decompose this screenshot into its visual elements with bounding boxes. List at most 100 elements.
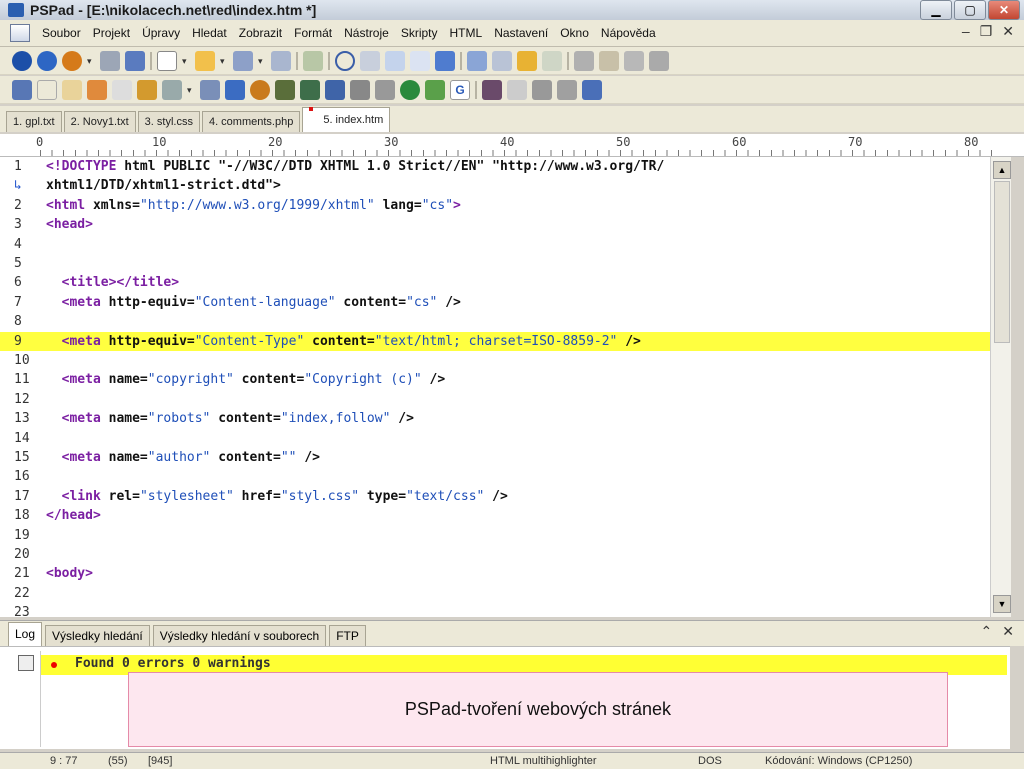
search-icon[interactable] <box>335 50 355 71</box>
brackets-icon[interactable] <box>410 50 430 71</box>
document-icon[interactable] <box>10 24 30 42</box>
doc-close-icon[interactable]: ✕ <box>1002 23 1014 40</box>
book-icon[interactable] <box>557 79 577 100</box>
code-line[interactable]: 12 <box>0 390 990 409</box>
link-icon[interactable] <box>200 79 220 100</box>
print-icon[interactable] <box>492 50 512 71</box>
log-tab[interactable]: FTP <box>329 625 366 646</box>
menu-item[interactable]: Nástroje <box>338 26 395 40</box>
google-icon[interactable]: G <box>450 79 470 100</box>
code-line[interactable]: 21 <body> <box>0 564 990 583</box>
status-encoding[interactable]: Kódování: Windows (CP1250) <box>765 755 912 767</box>
form-icon[interactable] <box>275 79 295 100</box>
status-eol[interactable]: DOS <box>698 755 722 767</box>
tool-icon[interactable] <box>87 79 107 100</box>
scroll-down-icon[interactable]: ▼ <box>993 595 1011 613</box>
table-icon[interactable] <box>112 79 132 100</box>
open-file-icon[interactable] <box>195 50 215 71</box>
log-options-icon[interactable] <box>18 655 34 671</box>
save-file-icon[interactable] <box>233 50 253 71</box>
minimize-button[interactable]: ▁ <box>920 0 952 20</box>
code-line[interactable]: 17 <link rel="stylesheet" href="styl.css… <box>0 487 990 506</box>
color-picker-icon[interactable] <box>250 79 270 100</box>
code-line[interactable]: 2 <html xmlns="http://www.w3.org/1999/xht… <box>0 196 990 215</box>
replace-icon[interactable] <box>360 50 380 71</box>
save-project-icon[interactable] <box>62 50 82 71</box>
code-line[interactable]: 22 <box>0 584 990 603</box>
file-tab[interactable]: 2. Novy1.txt <box>63 111 136 132</box>
preview-icon[interactable] <box>467 50 487 71</box>
menu-item[interactable]: Skripty <box>395 26 444 40</box>
dropdown-arrow-icon[interactable]: ▾ <box>87 51 95 71</box>
html-doc-icon[interactable] <box>12 79 32 100</box>
doc-minimize-icon[interactable]: – <box>962 23 970 40</box>
doc-restore-icon[interactable]: ❐ <box>980 23 993 40</box>
code-line[interactable]: 8 <box>0 312 990 331</box>
menu-item[interactable]: Hledat <box>186 26 233 40</box>
anchor-icon[interactable] <box>225 79 245 100</box>
log-tab[interactable]: Výsledky hledání v souborech <box>152 625 327 646</box>
window-icon[interactable] <box>582 79 602 100</box>
validate-icon[interactable] <box>425 79 445 100</box>
delete-icon[interactable] <box>649 50 669 71</box>
log-tab[interactable]: Log <box>8 622 43 646</box>
code-line[interactable]: 23 <box>0 603 990 617</box>
scroll-thumb[interactable] <box>994 181 1010 343</box>
project-settings-icon[interactable] <box>100 50 120 71</box>
vertical-scrollbar[interactable]: ▲ ▼ <box>990 157 1011 617</box>
code-line[interactable]: 16 <box>0 467 990 486</box>
check-icon[interactable] <box>517 50 537 71</box>
menu-item[interactable]: Úpravy <box>136 26 186 40</box>
menu-item[interactable]: Formát <box>288 26 338 40</box>
dropdown-arrow-icon[interactable]: ▾ <box>258 51 266 71</box>
menu-item[interactable]: HTML <box>444 26 489 40</box>
code-line[interactable]: ↳ xhtml1/DTD/xhtml1-strict.dtd"> <box>0 176 990 195</box>
image-icon[interactable] <box>62 79 82 100</box>
log-tab[interactable]: Výsledky hledání <box>45 625 150 646</box>
code-line[interactable]: 14 <box>0 429 990 448</box>
menu-item[interactable]: Soubor <box>36 26 87 40</box>
open-project-icon[interactable] <box>37 50 57 71</box>
code-editor[interactable]: 1 <!DOCTYPE html PUBLIC "-//W3C//DTD XHTM… <box>0 157 990 617</box>
menu-item[interactable]: Nastavení <box>488 26 554 40</box>
current-line[interactable]: 9 <meta http-equiv="Content-Type" conten… <box>0 331 990 351</box>
new-file-icon[interactable] <box>157 50 177 71</box>
lock-icon[interactable] <box>137 79 157 100</box>
code-line[interactable]: 15 <meta name="author" content="" /> <box>0 448 990 467</box>
code-line[interactable]: 18 </head> <box>0 506 990 525</box>
paragraph-icon[interactable] <box>37 79 57 100</box>
file-tab[interactable]: 1. gpl.txt <box>6 111 62 132</box>
code-line[interactable]: 3 <head> <box>0 215 990 234</box>
file-tab[interactable]: 3. styl.css <box>137 111 200 132</box>
code-line[interactable]: 6 <title></title> <box>0 273 990 292</box>
wave-icon[interactable] <box>507 79 527 100</box>
code-line[interactable]: 1 <!DOCTYPE html PUBLIC "-//W3C//DTD XHTM… <box>0 157 990 176</box>
paste-icon[interactable] <box>599 50 619 71</box>
char-icon[interactable] <box>375 79 395 100</box>
file-tab[interactable]: 4. comments.php <box>201 111 301 132</box>
menu-item[interactable]: Projekt <box>87 26 136 40</box>
status-highlighter[interactable]: HTML multihighlighter <box>490 755 597 767</box>
save-all-icon[interactable] <box>271 50 291 71</box>
dropdown-arrow-icon[interactable]: ▾ <box>220 51 228 71</box>
code-line[interactable]: 20 <box>0 545 990 564</box>
code-line[interactable]: 11 <meta name="copyright" content="Copyr… <box>0 370 990 389</box>
code-line[interactable]: 10 <box>0 351 990 370</box>
entity-icon[interactable] <box>350 79 370 100</box>
dropdown-arrow-icon[interactable]: ▾ <box>187 80 195 100</box>
collapse-icon[interactable]: ⌃ <box>981 623 993 640</box>
new-project-icon[interactable] <box>12 50 32 71</box>
close-button[interactable]: ✕ <box>988 0 1020 20</box>
menu-item[interactable]: Zobrazit <box>233 26 288 40</box>
code-line[interactable]: 19 <box>0 526 990 545</box>
code-line[interactable]: 7 <meta http-equiv="Content-language" co… <box>0 293 990 312</box>
file-tab[interactable]: 5. index.htm <box>302 107 391 132</box>
code-line[interactable]: 5 <box>0 254 990 273</box>
goto-line-icon[interactable] <box>385 50 405 71</box>
block-icon[interactable] <box>532 79 552 100</box>
list-icon[interactable] <box>300 79 320 100</box>
html-tidy-icon[interactable] <box>325 79 345 100</box>
spellcheck-icon[interactable] <box>542 50 562 71</box>
code-line[interactable]: 13 <meta name="robots" content="index,fo… <box>0 409 990 428</box>
macro-icon[interactable] <box>482 79 502 100</box>
